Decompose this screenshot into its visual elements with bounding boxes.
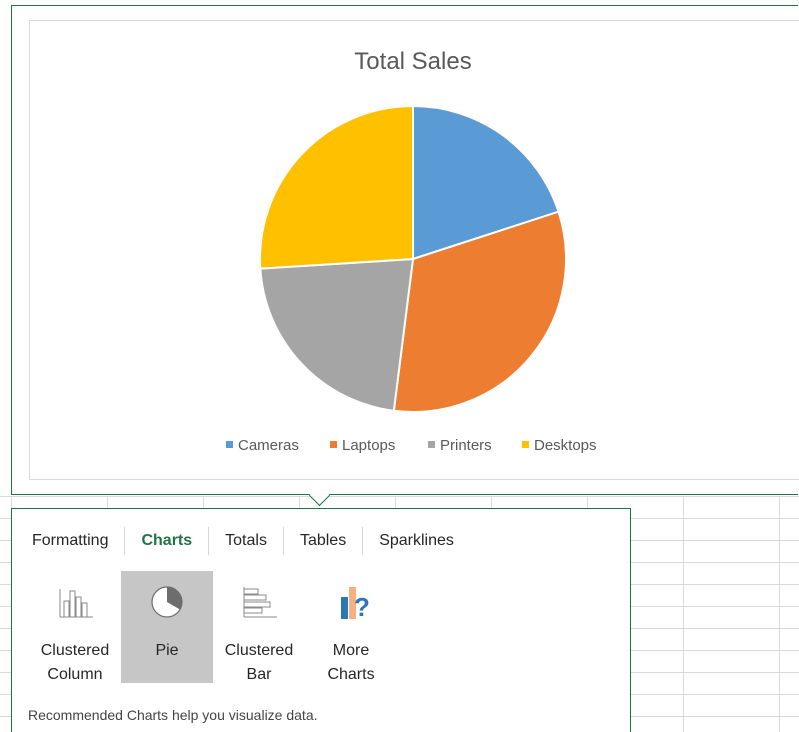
legend-label-printers: Printers — [440, 437, 492, 454]
pie-slice-printers — [259, 257, 415, 412]
pie-chart: Total Sales Cameras Laptops Printers Deskto… — [226, 48, 597, 454]
pie-chart-icon — [121, 585, 213, 619]
tab-totals[interactable]: Totals — [208, 527, 283, 555]
chart-options: Clustered Column Pie Clustered Bar ? Mor… — [29, 571, 397, 683]
clustered-column-option[interactable]: Clustered Column — [29, 571, 121, 683]
legend-swatch-laptops — [330, 441, 337, 448]
chart-title: Total Sales — [354, 48, 471, 75]
clustered-bar-option[interactable]: Clustered Bar — [213, 571, 305, 683]
option-label: Clustered Column — [40, 642, 110, 683]
legend-label-laptops: Laptops — [342, 437, 395, 454]
quick-analysis-panel: Formatting Charts Totals Tables Sparklin… — [11, 508, 631, 732]
legend-swatch-printers — [428, 441, 435, 448]
chart-area: Total Sales Cameras Laptops Printers Deskto… — [29, 20, 799, 480]
option-label: Clustered Bar — [224, 642, 294, 683]
clustered-column-chart-icon — [29, 585, 121, 619]
tab-sparklines[interactable]: Sparklines — [362, 527, 470, 555]
option-label: Pie — [155, 642, 179, 659]
quick-analysis-tabs: Formatting Charts Totals Tables Sparklin… — [12, 527, 470, 555]
clustered-bar-chart-icon — [213, 585, 305, 619]
tab-tables[interactable]: Tables — [282, 527, 362, 555]
tab-formatting[interactable]: Formatting — [12, 527, 124, 555]
more-charts-icon: ? — [305, 585, 397, 621]
pie-slice-desktops — [259, 104, 414, 270]
legend-label-desktops: Desktops — [534, 437, 597, 454]
legend-swatch-desktops — [522, 441, 529, 448]
option-label: More Charts — [327, 642, 375, 683]
legend-swatch-cameras — [226, 441, 233, 448]
svg-text:?: ? — [354, 592, 370, 621]
pie-option[interactable]: Pie — [121, 571, 213, 683]
more-charts-option[interactable]: ? More Charts — [305, 571, 397, 683]
help-text: Recommended Charts help you visualize da… — [28, 707, 318, 723]
tab-charts[interactable]: Charts — [124, 527, 208, 555]
legend-label-cameras: Cameras — [238, 437, 299, 454]
chart-preview: Total Sales Cameras Laptops Printers Deskto… — [11, 5, 799, 495]
